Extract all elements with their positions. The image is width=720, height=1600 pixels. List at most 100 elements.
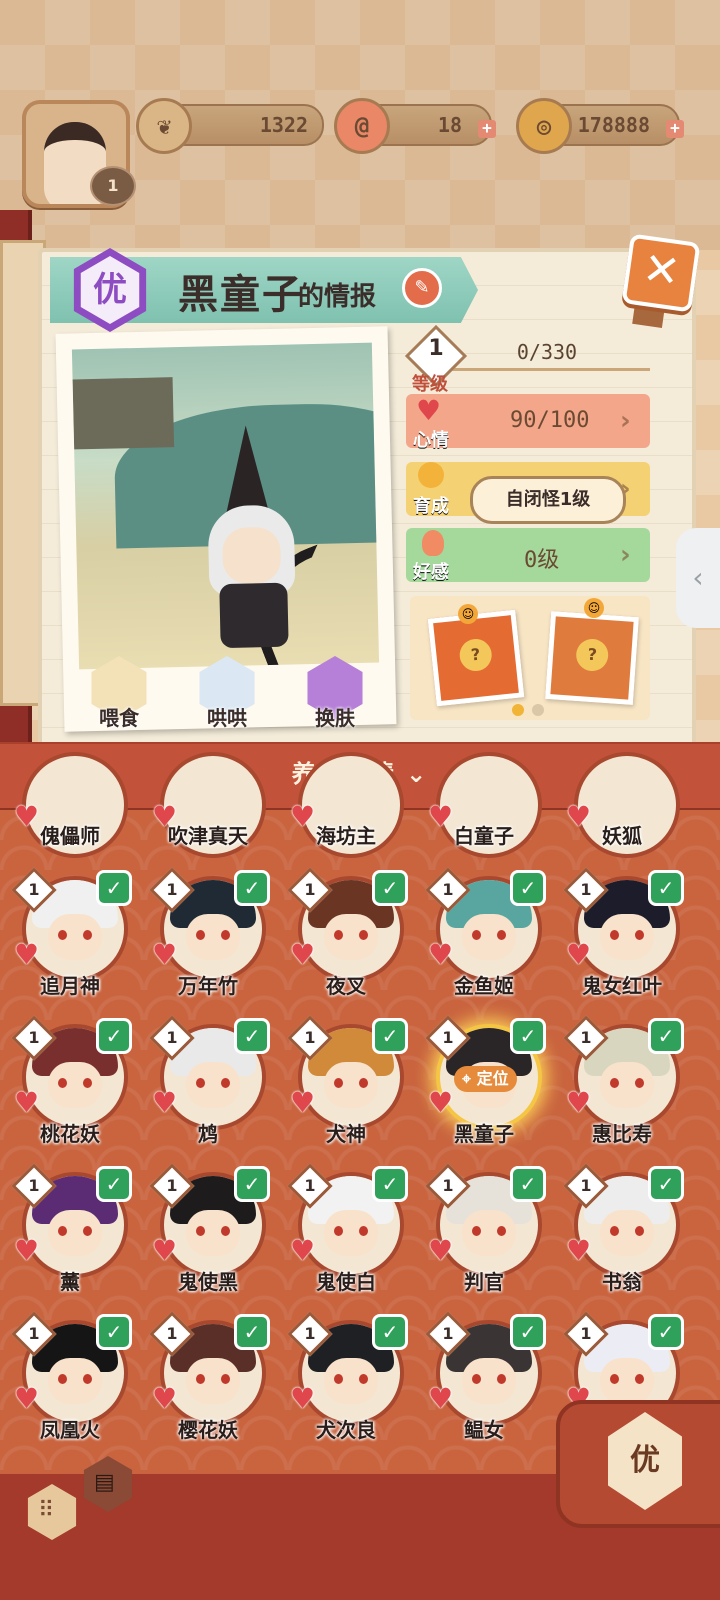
roster-card[interactable]: 1 ✓ ♥ 犬神 [286, 1015, 408, 1156]
character-name-label: 傀儡师 [40, 824, 100, 848]
carousel-dot-active[interactable] [512, 704, 524, 716]
heart-icon: ♥ [566, 1086, 592, 1119]
check-icon: ✓ [372, 1018, 408, 1054]
heart-icon: ♥ [152, 1234, 178, 1267]
heart-icon: ♥ [290, 938, 316, 971]
heart-icon: ♥ [566, 938, 592, 971]
coins-value: 178888 [577, 113, 650, 137]
rank-badge: 优 [64, 244, 156, 336]
character-level: 1 [28, 1176, 40, 1195]
roster-card[interactable]: 1 ✓ ♥ 鸩 [148, 1015, 270, 1156]
character-name-label: 海坊主 [316, 824, 376, 848]
heart-icon: ♥ [428, 1086, 454, 1119]
smiley-icon: ☺ [458, 604, 478, 624]
edit-icon[interactable]: ✎ [402, 268, 442, 308]
mystery-gift-frame[interactable]: ? [545, 611, 639, 705]
character-level: 1 [28, 1324, 40, 1343]
stamina-value: 18 [437, 113, 462, 137]
leaf-currency-icon: ❦ [136, 98, 192, 154]
carousel-dot[interactable] [532, 704, 544, 716]
character-level: 1 [166, 1324, 178, 1343]
check-icon: ✓ [510, 1018, 546, 1054]
character-name-label: 鬼使白 [316, 1270, 376, 1294]
locate-badge[interactable]: ⌖ 定位 [454, 1066, 517, 1092]
feed-button[interactable]: 喂食 [82, 656, 156, 730]
character-name-label: 追月神 [40, 974, 100, 998]
character-name-label: 鳁女 [464, 1418, 504, 1442]
character-level: 1 [580, 880, 592, 899]
roster-card[interactable]: 1 ✓ ♥ 薰 [10, 1163, 132, 1304]
character-level: 1 [442, 1176, 454, 1195]
character-name-label: 犬次良 [316, 1418, 376, 1442]
check-icon: ✓ [510, 1166, 546, 1202]
roster-card[interactable]: 1 ✓ ♥ 追月神 [10, 867, 132, 1008]
coax-button[interactable]: 哄哄 [190, 656, 264, 730]
heart-icon: ♥ [152, 1086, 178, 1119]
character-name-label: 薰 [60, 1270, 80, 1294]
mystery-gift-card[interactable]: ? [427, 609, 525, 707]
roster-card[interactable]: 1 ✓ ♥ 金鱼姬 [424, 867, 546, 1008]
roster-card[interactable]: 1 ✓ ♥ 万年竹 [148, 867, 270, 1008]
character-level: 1 [442, 1028, 454, 1047]
roster-card[interactable]: 1 ✓ ♥ 鬼使黑 [148, 1163, 270, 1304]
add-coins-button[interactable]: + [666, 120, 684, 138]
roster-card[interactable]: 1 ✓ ♥ 夜叉 [286, 867, 408, 1008]
add-stamina-button[interactable]: + [478, 120, 496, 138]
roster-card[interactable]: 1 ✓ ♥ 鬼女红叶 [562, 867, 684, 1008]
character-level: 1 [166, 880, 178, 899]
character-level: 1 [304, 880, 316, 899]
character-name-label: 妖狐 [602, 824, 642, 848]
check-icon: ✓ [648, 870, 684, 906]
exp-value: 0/330 [516, 340, 578, 364]
roster-card[interactable]: 1 ✓ ♥ 樱花妖 [148, 1311, 270, 1452]
grid-icon: ⠿ [38, 1498, 55, 1523]
character-name-label: 鸩 [198, 1122, 218, 1146]
character-level: 1 [580, 1324, 592, 1343]
character-level: 1 [28, 1028, 40, 1047]
close-button[interactable]: ✕ [621, 233, 701, 313]
character-name: 黑童子 [178, 272, 304, 318]
character-sprite [194, 424, 365, 670]
side-expand-tab[interactable]: ‹ [676, 528, 720, 628]
check-icon: ✓ [372, 1166, 408, 1202]
heart-icon: ♥ [416, 394, 442, 427]
roster-card[interactable]: 1 ✓ ♥ 判官 [424, 1163, 546, 1304]
character-name-label: 樱花妖 [178, 1418, 238, 1442]
check-icon: ✓ [648, 1166, 684, 1202]
character-name-label: 黑童子 [454, 1122, 514, 1146]
character-name-label: 白童子 [454, 824, 514, 848]
heart-icon: ♥ [14, 1382, 40, 1415]
heart-icon: ♥ [428, 1382, 454, 1415]
heart-icon: ♥ [14, 938, 40, 971]
character-name-label: 桃花妖 [40, 1122, 100, 1146]
heart-icon: ♥ [290, 1234, 316, 1267]
roster-card[interactable]: 1 ✓ ♥ 犬次良 [286, 1311, 408, 1452]
character-level: 1 [442, 880, 454, 899]
heart-icon: ♥ [428, 938, 454, 971]
character-name-label: 吹津真天 [168, 824, 248, 848]
character-level: 1 [304, 1324, 316, 1343]
roster-card[interactable]: 1 ✓ ♥ 书翁 [562, 1163, 684, 1304]
check-icon: ✓ [96, 870, 132, 906]
character-name-label: 判官 [464, 1270, 504, 1294]
mood-value: 90/100 [510, 408, 590, 433]
mood-label: 心情 [413, 430, 449, 451]
rank-filter-button[interactable]: 优 [556, 1400, 720, 1528]
roster-card[interactable]: 1 ✓ ♥ 鳁女 [424, 1311, 546, 1452]
heart-icon: ♥ [566, 1234, 592, 1267]
roster-card[interactable]: 1 ✓ ♥ 惠比寿 [562, 1015, 684, 1156]
level-label: 等级 [412, 374, 448, 395]
roster-card[interactable]: 1 ✓ ♥ 凤凰火 [10, 1311, 132, 1452]
growth-value: 自闭怪1级 [470, 476, 626, 524]
affinity-label: 好感 [413, 562, 449, 583]
roster-card[interactable]: 1 ✓ ♥ 鬼使白 [286, 1163, 408, 1304]
character-level: 1 [580, 1176, 592, 1195]
character-level: 1 [166, 1176, 178, 1195]
roster-card[interactable]: 1 ✓ ♥ 桃花妖 [10, 1015, 132, 1156]
change-skin-button[interactable]: 换肤 [298, 656, 372, 730]
roster-card-selected[interactable]: 1 ✓ ♥ 黑童子 ⌖ 定位 [424, 1015, 546, 1156]
coins: ◎ 178888 + [516, 98, 684, 154]
leaf-currency: ❦ 1322 [136, 98, 324, 154]
stamina: @ 18 + [334, 98, 496, 154]
smiley-icon [418, 462, 444, 488]
